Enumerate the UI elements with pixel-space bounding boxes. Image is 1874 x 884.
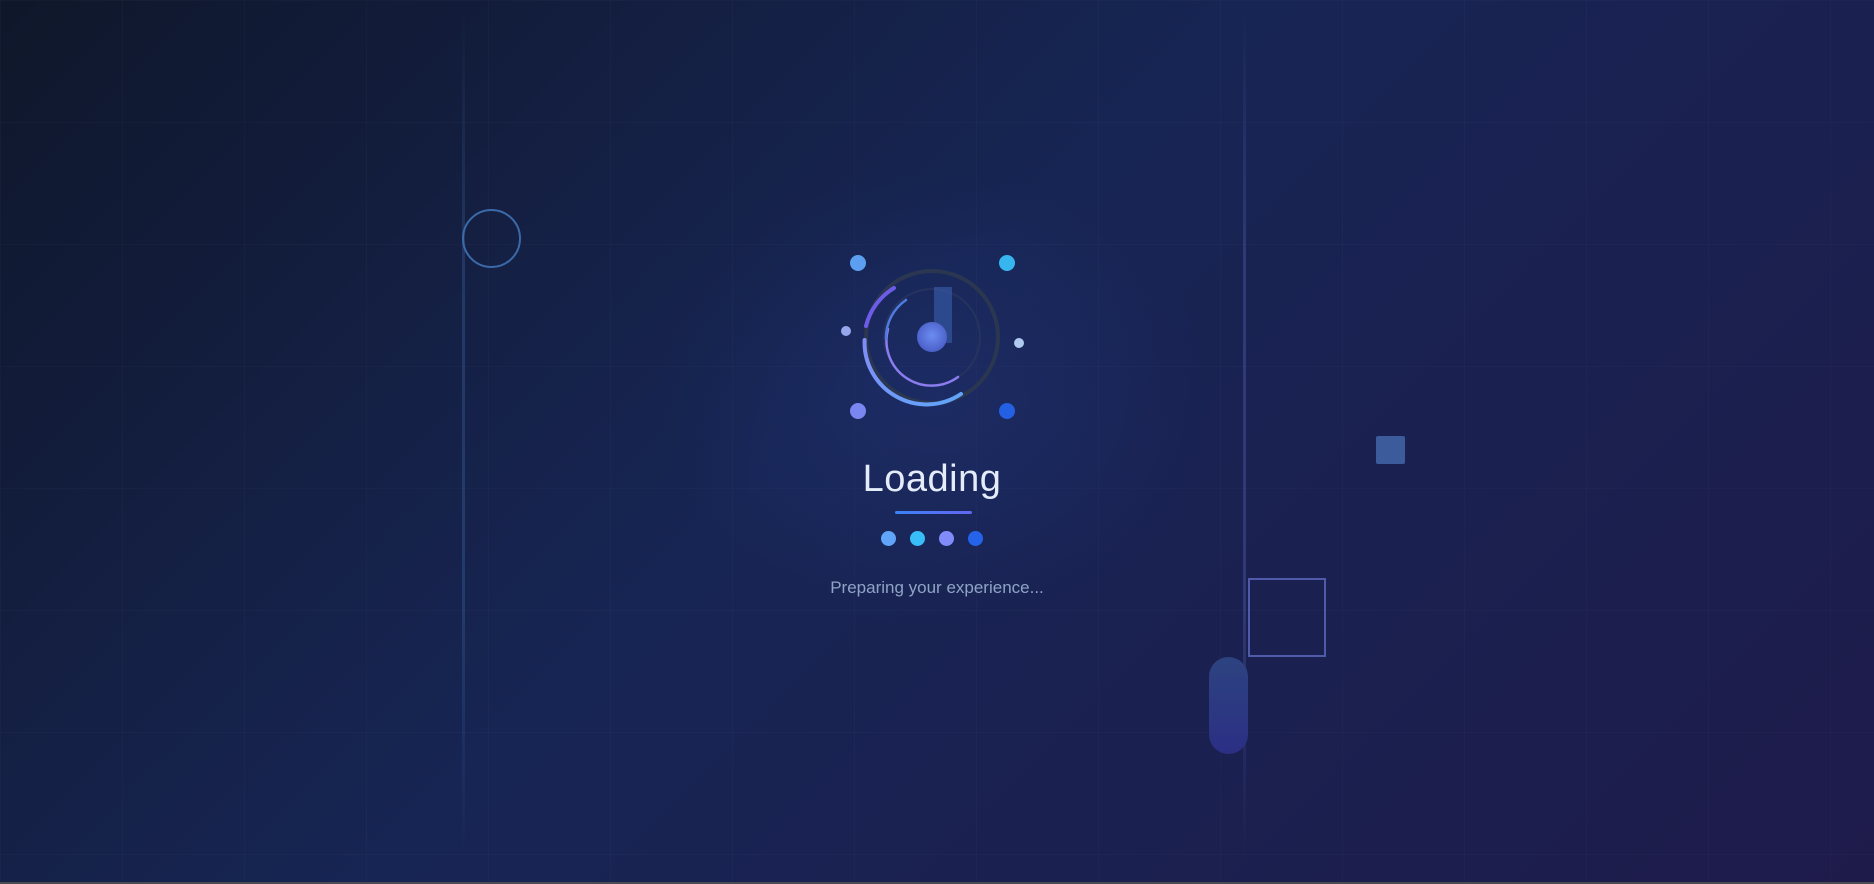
progress-dot — [968, 531, 983, 546]
orbit-dot — [999, 403, 1015, 419]
orbit-dot — [850, 255, 866, 271]
loading-subtitle: Preparing your experience... — [830, 578, 1044, 597]
title-underline — [895, 511, 972, 514]
loading-screen: Loading Preparing your experience... — [0, 0, 1874, 882]
progress-dot — [881, 531, 896, 546]
progress-dot — [910, 531, 925, 546]
orbit-dot — [999, 255, 1015, 271]
decorative-square — [1376, 436, 1405, 464]
decorative-pill — [1209, 657, 1248, 754]
orbit-dot — [841, 326, 851, 336]
progress-dots — [881, 530, 985, 548]
orbit-dot — [850, 403, 866, 419]
decorative-vertical-line — [462, 10, 465, 860]
loading-spinner-icon — [841, 255, 1024, 419]
loading-title: Loading — [862, 458, 1002, 500]
decorative-ring — [462, 209, 521, 268]
orbit-dot — [1014, 338, 1024, 348]
progress-dot — [939, 531, 954, 546]
decorative-frame — [1248, 578, 1326, 657]
